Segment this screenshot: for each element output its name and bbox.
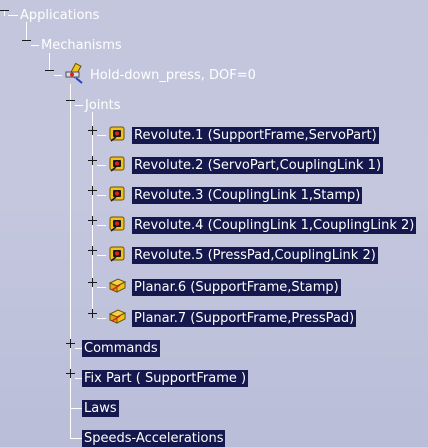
tree-line [8, 15, 18, 16]
collapse-toggle-joints[interactable] [66, 96, 75, 105]
collapse-toggle-applications[interactable] [0, 6, 9, 15]
tree-node-speeds-accelerations[interactable]: Speeds-Accelerations [82, 430, 226, 447]
tree-line [97, 225, 106, 226]
expand-toggle-joint[interactable] [88, 246, 97, 255]
planar-joint-icon [108, 306, 128, 326]
tree-node-joints[interactable]: Joints [83, 97, 123, 114]
tree-node-mechanism[interactable]: Hold-down_press, DOF=0 [88, 67, 258, 84]
tree-node-joint[interactable]: Revolute.5 (PressPad,CouplingLink 2) [132, 247, 378, 264]
expand-toggle-joint[interactable] [88, 126, 97, 135]
planar-joint-icon [108, 275, 128, 295]
tree-line [92, 112, 93, 318]
tree-line [70, 84, 71, 438]
expand-toggle-joint[interactable] [88, 278, 97, 287]
revolute-joint-icon [108, 154, 128, 174]
tree-node-joint[interactable]: Revolute.1 (SupportFrame,ServoPart) [132, 127, 379, 144]
revolute-joint-icon [108, 244, 128, 264]
collapse-toggle-mechanism[interactable] [45, 66, 54, 75]
tree-node-mechanisms[interactable]: Mechanisms [39, 37, 124, 54]
expand-toggle-joint[interactable] [88, 309, 97, 318]
expand-toggle-commands[interactable] [66, 339, 75, 348]
tree-line [97, 287, 106, 288]
tree-line [97, 135, 106, 136]
tree-node-joint[interactable]: Revolute.2 (ServoPart,CouplingLink 1) [132, 157, 384, 174]
tree-line [97, 318, 106, 319]
tree-line [31, 45, 39, 46]
tree-line [97, 255, 106, 256]
tree-line [75, 105, 83, 106]
expand-toggle-joint[interactable] [88, 156, 97, 165]
expand-toggle-joint[interactable] [88, 186, 97, 195]
revolute-joint-icon [108, 214, 128, 234]
tree-node-commands[interactable]: Commands [82, 340, 160, 357]
tree-node-applications[interactable]: Applications [18, 7, 101, 24]
revolute-joint-icon [108, 184, 128, 204]
collapse-toggle-mechanisms[interactable] [22, 36, 31, 45]
tree-node-laws[interactable]: Laws [82, 400, 119, 417]
revolute-joint-icon [108, 124, 128, 144]
tree-node-fix-part[interactable]: Fix Part ( SupportFrame ) [82, 370, 249, 387]
expand-toggle-joint[interactable] [88, 216, 97, 225]
tree-line [97, 165, 106, 166]
tree-line [54, 75, 62, 76]
tree-node-joint[interactable]: Revolute.4 (CouplingLink 1,CouplingLink … [132, 217, 417, 234]
tree-node-joint[interactable]: Planar.6 (SupportFrame,Stamp) [132, 279, 341, 296]
tree-line [97, 195, 106, 196]
expand-toggle-fix-part[interactable] [66, 369, 75, 378]
specification-tree: Applications Mechanisms Hold-down_press,… [0, 0, 428, 447]
tree-node-joint[interactable]: Planar.7 (SupportFrame,PressPad) [132, 310, 357, 327]
mechanism-icon [63, 62, 83, 84]
tree-node-joint[interactable]: Revolute.3 (CouplingLink 1,Stamp) [132, 187, 363, 204]
